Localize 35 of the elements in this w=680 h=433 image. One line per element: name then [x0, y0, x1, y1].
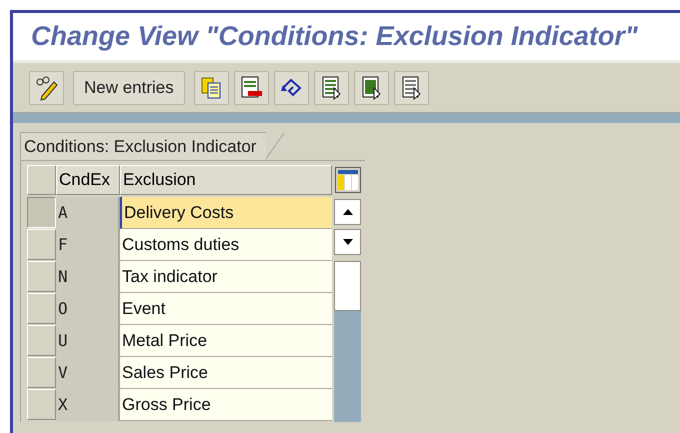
pencil-button[interactable] [29, 70, 64, 104]
deselect-all-button[interactable] [394, 70, 429, 104]
table-cell: O [56, 293, 120, 325]
row-selector[interactable] [27, 197, 56, 228]
scroll-up-button[interactable] [334, 199, 361, 225]
table-cell[interactable]: Delivery Costs [120, 197, 332, 229]
new-entries-button[interactable]: New entries [73, 70, 185, 104]
copy-button[interactable] [194, 70, 229, 104]
table-cell[interactable]: Tax indicator [120, 261, 332, 293]
table-cell[interactable]: Gross Price [120, 389, 332, 421]
table-cell[interactable]: Event [120, 293, 332, 325]
down-arrow-icon [342, 239, 352, 245]
table-cell: N [56, 261, 120, 293]
pencil-icon [34, 74, 60, 101]
tab[interactable]: Conditions: Exclusion Indicator [20, 132, 266, 160]
table-cell: U [56, 325, 120, 357]
scrollbar-track[interactable] [334, 261, 361, 422]
window-title: Change View "Conditions: Exclusion Indicator" [31, 20, 638, 54]
undo-arrow-button[interactable] [274, 70, 309, 104]
select-block-button[interactable] [354, 70, 389, 104]
column-header[interactable]: CndEx [56, 165, 120, 195]
delete-row-button[interactable] [234, 70, 269, 104]
column-header[interactable]: Exclusion [120, 165, 332, 195]
scroll-down-button[interactable] [334, 229, 361, 255]
table-cell[interactable]: Metal Price [120, 325, 332, 357]
table-cell: F [56, 229, 120, 261]
table-cell[interactable]: Sales Price [120, 357, 332, 389]
up-arrow-icon [342, 209, 352, 215]
table-cell: V [56, 357, 120, 389]
column-settings-icon[interactable] [335, 167, 361, 193]
table-cell: A [56, 197, 120, 229]
table-cell: X [56, 389, 120, 421]
select-all-button[interactable] [314, 70, 349, 104]
scrollbar-thumb[interactable] [334, 261, 361, 311]
table-cell[interactable]: Customs duties [120, 229, 332, 261]
